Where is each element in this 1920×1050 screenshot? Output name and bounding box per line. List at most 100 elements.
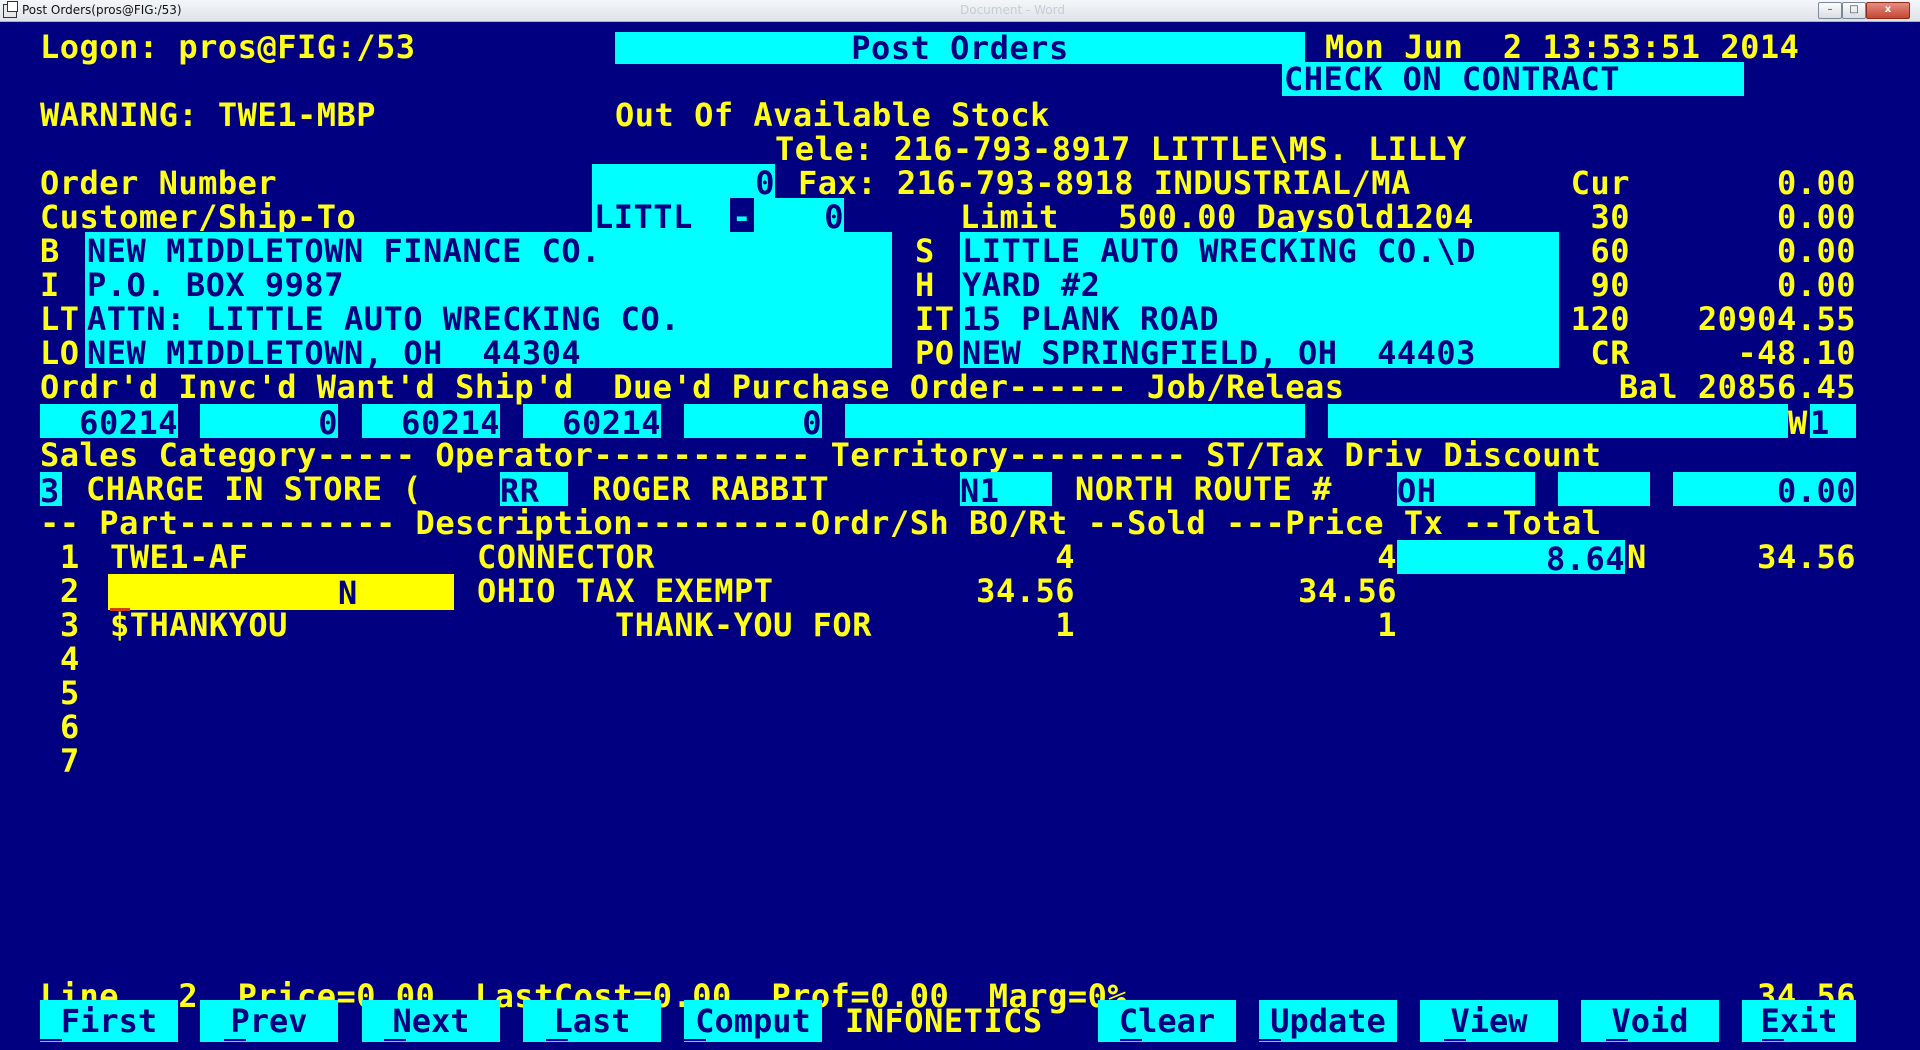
ship-to-line-1[interactable]: LITTLE AUTO WRECKING CO.\D — [960, 232, 1559, 270]
bill-to-line-2[interactable]: P.O. BOX 9987 — [85, 266, 892, 304]
ship-to-row-label: PO — [915, 334, 955, 372]
contract-notice: CHECK ON CONTRACT — [1282, 62, 1744, 96]
w-flag: W — [1788, 404, 1810, 442]
line-description: CONNECTOR — [477, 538, 655, 576]
line-part: $THANKYOU — [110, 606, 288, 644]
line-ordered: 1 — [1055, 606, 1075, 644]
line-sold: 34.56 — [1298, 572, 1397, 610]
ship-to-row-label: IT — [915, 300, 955, 338]
shipped-date-field[interactable]: 60214 — [523, 404, 661, 442]
line-price-field[interactable]: 8.64 — [1397, 540, 1625, 578]
line-part-field-active[interactable]: $TAXOH N — [108, 574, 454, 650]
territory-name: NORTH ROUTE # — [1075, 470, 1332, 508]
line-sold: 4 — [1377, 538, 1397, 576]
customer-code-field[interactable]: LITTL — [592, 198, 732, 236]
prev-button[interactable]: Prev — [200, 1000, 338, 1042]
aging-bucket: 30 — [1590, 198, 1630, 236]
logon-text: Logon: pros@FIG:/53 — [40, 28, 416, 66]
void-button[interactable]: Void — [1581, 1000, 1719, 1042]
line-description: OHIO TAX EXEMPT — [477, 572, 774, 610]
line-sold: 1 — [1377, 606, 1397, 644]
aging-amount: 0.00 — [1776, 232, 1856, 270]
ship-to-line-2[interactable]: YARD #2 — [960, 266, 1559, 304]
bill-to-line-3[interactable]: ATTN: LITTLE AUTO WRECKING CO. — [85, 300, 892, 338]
ship-to-number-field[interactable]: 0 — [754, 198, 844, 236]
aging-amount: 0.00 — [1776, 266, 1856, 304]
minimize-button[interactable]: – — [1818, 2, 1842, 19]
job-release-field[interactable] — [1328, 404, 1788, 438]
table-row: 7 — [60, 742, 80, 780]
comput-button-underline — [684, 1039, 706, 1041]
window-title: Post Orders(pros@FIG:/53) — [22, 3, 182, 17]
next-button[interactable]: Next — [362, 1000, 500, 1042]
line-description: THANK-YOU FOR — [615, 606, 872, 644]
comput-button[interactable]: Comput — [684, 1000, 822, 1042]
ship-to-line-4[interactable]: NEW SPRINGFIELD, OH 44403 — [960, 334, 1559, 372]
ordered-date-field[interactable]: 60214 — [40, 404, 178, 442]
territory-code-field[interactable]: N1 — [960, 472, 1052, 510]
exit-button[interactable]: Exit — [1742, 1000, 1856, 1042]
line-part-flag: N — [338, 574, 358, 612]
order-number-field[interactable]: 0 — [592, 164, 775, 202]
operator-code-field[interactable]: RR — [500, 472, 568, 510]
clear-button[interactable]: Clear — [1098, 1000, 1236, 1042]
sales-category-name: CHARGE IN STORE ( — [86, 470, 423, 508]
aging-bucket: 90 — [1590, 266, 1630, 304]
line-total: 34.56 — [1757, 538, 1856, 576]
close-button[interactable]: x — [1866, 2, 1910, 19]
line-tax: N — [1627, 538, 1647, 576]
bill-to-line-1[interactable]: NEW MIDDLETOWN FINANCE CO. — [85, 232, 892, 270]
state-tax-field[interactable]: OH — [1397, 472, 1535, 510]
last-button-underline — [546, 1039, 568, 1041]
aging-bucket: 60 — [1590, 232, 1630, 270]
line-ordered: 34.56 — [976, 572, 1075, 610]
update-button[interactable]: Update — [1259, 1000, 1397, 1042]
window-titlebar: Post Orders(pros@FIG:/53) Document - Wor… — [0, 0, 1920, 22]
maximize-button[interactable]: □ — [1842, 2, 1866, 19]
aging-amount: -48.10 — [1737, 334, 1856, 372]
line-number: 2 — [60, 572, 80, 610]
last-button[interactable]: Last — [523, 1000, 661, 1042]
aging-amount: 0.00 — [1776, 198, 1856, 236]
customer-label: Customer/Ship-To — [40, 198, 357, 236]
due-date-field[interactable]: 0 — [684, 404, 822, 442]
discount-field[interactable]: 0.00 — [1673, 472, 1856, 510]
terminal-screen: Logon: pros@FIG:/53 Post Orders Mon Jun … — [0, 22, 1920, 1050]
line-ordered: 4 — [1055, 538, 1075, 576]
window-caption: Document - Word — [960, 3, 1065, 17]
clear-button-underline — [1120, 1039, 1142, 1041]
line-number: 3 — [60, 606, 80, 644]
balance-text: Bal 20856.45 — [1618, 368, 1856, 406]
view-button-underline — [1444, 1039, 1466, 1041]
bill-to-row-label: LO — [40, 334, 80, 372]
app-icon — [3, 1, 18, 18]
aging-bucket: 120 — [1570, 300, 1630, 338]
table-row: 5 — [60, 674, 80, 712]
ship-to-line-3[interactable]: 15 PLANK ROAD — [960, 300, 1559, 338]
view-button[interactable]: View — [1420, 1000, 1558, 1042]
purchase-order-field[interactable] — [845, 404, 1305, 438]
fax-text: Fax: 216-793-8918 INDUSTRIAL/MA — [798, 164, 1411, 202]
first-button-underline — [40, 1039, 62, 1041]
update-button-underline — [1259, 1039, 1281, 1041]
wanted-date-field[interactable]: 60214 — [362, 404, 500, 442]
tele-text: Tele: 216-793-8917 LITTLE\MS. LILLY — [775, 130, 1467, 168]
invoiced-date-field[interactable]: 0 — [200, 404, 338, 442]
void-button-underline — [1606, 1039, 1628, 1041]
line-number: 1 — [60, 538, 80, 576]
ship-to-row-label: S — [915, 232, 935, 270]
line-items-header: -- Part----------- Description---------O… — [40, 504, 1602, 542]
first-button[interactable]: First — [40, 1000, 178, 1042]
bill-to-row-label: LT — [40, 300, 80, 338]
driver-field[interactable] — [1558, 472, 1650, 506]
table-row: 6 — [60, 708, 80, 746]
order-number-label: Order Number — [40, 164, 278, 202]
ship-to-row-label: H — [915, 266, 935, 304]
sales-category-code-field[interactable]: 3 — [40, 472, 62, 510]
brand-label: INFONETICS — [845, 1002, 1043, 1040]
credit-limit-text: Limit 500.00 DaysOld1204 — [960, 198, 1474, 236]
dates-header: Ordr'd Invc'd Want'd Ship'd Due'd Purcha… — [40, 368, 1345, 406]
warning-label: WARNING: TWE1-MBP — [40, 96, 377, 134]
w-value-field[interactable]: 1 — [1810, 404, 1856, 442]
bill-to-line-4[interactable]: NEW MIDDLETOWN, OH 44304 — [85, 334, 892, 372]
